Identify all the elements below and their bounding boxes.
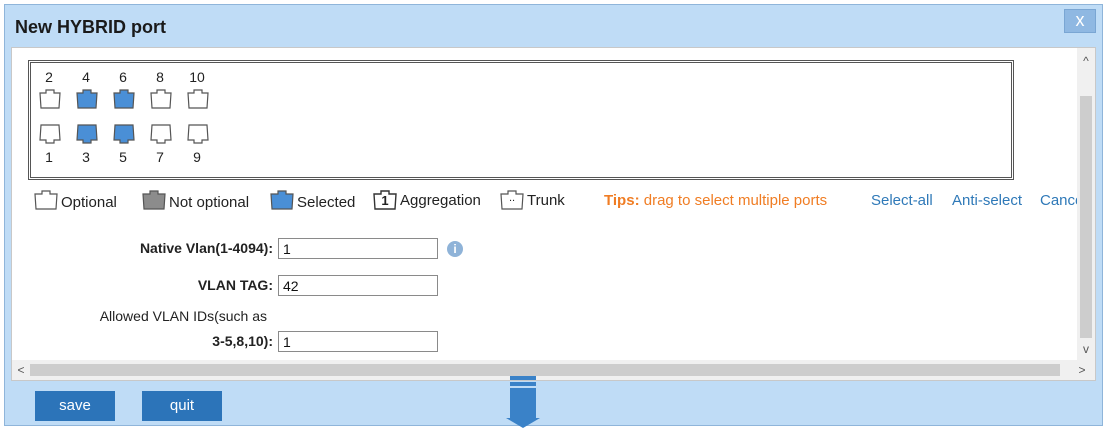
vertical-scroll-thumb[interactable] [1080, 96, 1092, 338]
trunk-icon-dots: .. [508, 192, 516, 204]
scroll-left-icon[interactable]: < [12, 361, 30, 379]
dialog-content: 2 4 6 8 10 1 3 5 7 9 Optional Not option… [11, 47, 1096, 381]
port-number: 6 [119, 69, 127, 85]
port-7-icon[interactable] [150, 124, 172, 144]
port-number: 8 [156, 69, 164, 85]
optional-port-icon [34, 190, 58, 214]
port-3-icon[interactable] [76, 124, 98, 144]
save-button[interactable]: save [35, 391, 115, 421]
port-panel[interactable]: 2 4 6 8 10 1 3 5 7 9 [28, 60, 1014, 180]
scroll-up-icon[interactable]: ^ [1077, 52, 1095, 70]
legend-trunk-label: Trunk [527, 191, 565, 209]
allowed-vlan-input[interactable] [278, 331, 438, 352]
legend-not-optional-label: Not optional [169, 193, 250, 211]
vlan-tag-input[interactable] [278, 275, 438, 296]
tips-message: drag to select multiple ports [643, 192, 828, 209]
horizontal-scrollbar[interactable]: < > [12, 360, 1095, 380]
legend-trunk: .. Trunk [500, 190, 565, 210]
allowed-vlan-label-line1: Allowed VLAN IDs(such as [99, 308, 267, 324]
horizontal-scroll-thumb[interactable] [30, 364, 1060, 376]
port-1-icon[interactable] [39, 124, 61, 144]
port-number: 5 [119, 149, 127, 165]
vlan-tag-label: VLAN TAG: [197, 277, 273, 293]
not-optional-port-icon [142, 190, 166, 214]
tips-label: Tips: [604, 192, 640, 209]
quit-button[interactable]: quit [142, 391, 222, 421]
legend-optional-label: Optional [61, 193, 117, 211]
aggregation-icon-number: 1 [381, 193, 389, 208]
scroll-down-icon[interactable]: v [1077, 340, 1095, 358]
port-4-icon[interactable] [76, 89, 98, 109]
allowed-vlan-label-line2: 3-5,8,10): [212, 333, 273, 349]
vertical-scrollbar[interactable]: ^ v [1077, 48, 1095, 362]
port-10-icon[interactable] [187, 89, 209, 109]
info-icon[interactable]: i [447, 241, 463, 257]
legend-aggregation-label: Aggregation [400, 191, 481, 209]
port-number: 4 [82, 69, 90, 85]
port-number: 1 [45, 149, 53, 165]
legend-selected-label: Selected [297, 193, 356, 211]
close-button[interactable]: x [1064, 9, 1096, 33]
legend-optional: Optional [34, 190, 117, 214]
selected-port-icon [270, 190, 294, 214]
native-vlan-label: Native Vlan(1-4094): [139, 240, 273, 256]
port-2-icon[interactable] [39, 89, 61, 109]
tips-text: Tips: drag to select multiple ports [604, 192, 827, 209]
hybrid-port-dialog: New HYBRID port x 2 4 6 8 10 1 3 5 7 9 O… [4, 4, 1103, 426]
legend-aggregation: 1 Aggregation [373, 190, 481, 210]
port-number: 2 [45, 69, 53, 85]
port-6-icon[interactable] [113, 89, 135, 109]
dialog-title: New HYBRID port [15, 17, 167, 37]
select-all-link[interactable]: Select-all [871, 192, 933, 209]
port-number: 3 [82, 149, 90, 165]
port-number: 7 [156, 149, 164, 165]
aggregation-port-icon: 1 [373, 190, 397, 210]
down-arrow-icon [506, 376, 540, 428]
legend-selected: Selected [270, 190, 355, 214]
port-legend: Optional Not optional Selected 1 Aggrega… [34, 190, 1094, 212]
native-vlan-input[interactable] [278, 238, 438, 259]
legend-not-optional: Not optional [142, 190, 249, 214]
port-number: 10 [189, 69, 205, 85]
port-5-icon[interactable] [113, 124, 135, 144]
port-9-icon[interactable] [187, 124, 209, 144]
port-number: 9 [193, 149, 201, 165]
port-8-icon[interactable] [150, 89, 172, 109]
scroll-right-icon[interactable]: > [1073, 361, 1091, 379]
trunk-port-icon: .. [500, 190, 524, 210]
anti-select-link[interactable]: Anti-select [952, 192, 1022, 209]
